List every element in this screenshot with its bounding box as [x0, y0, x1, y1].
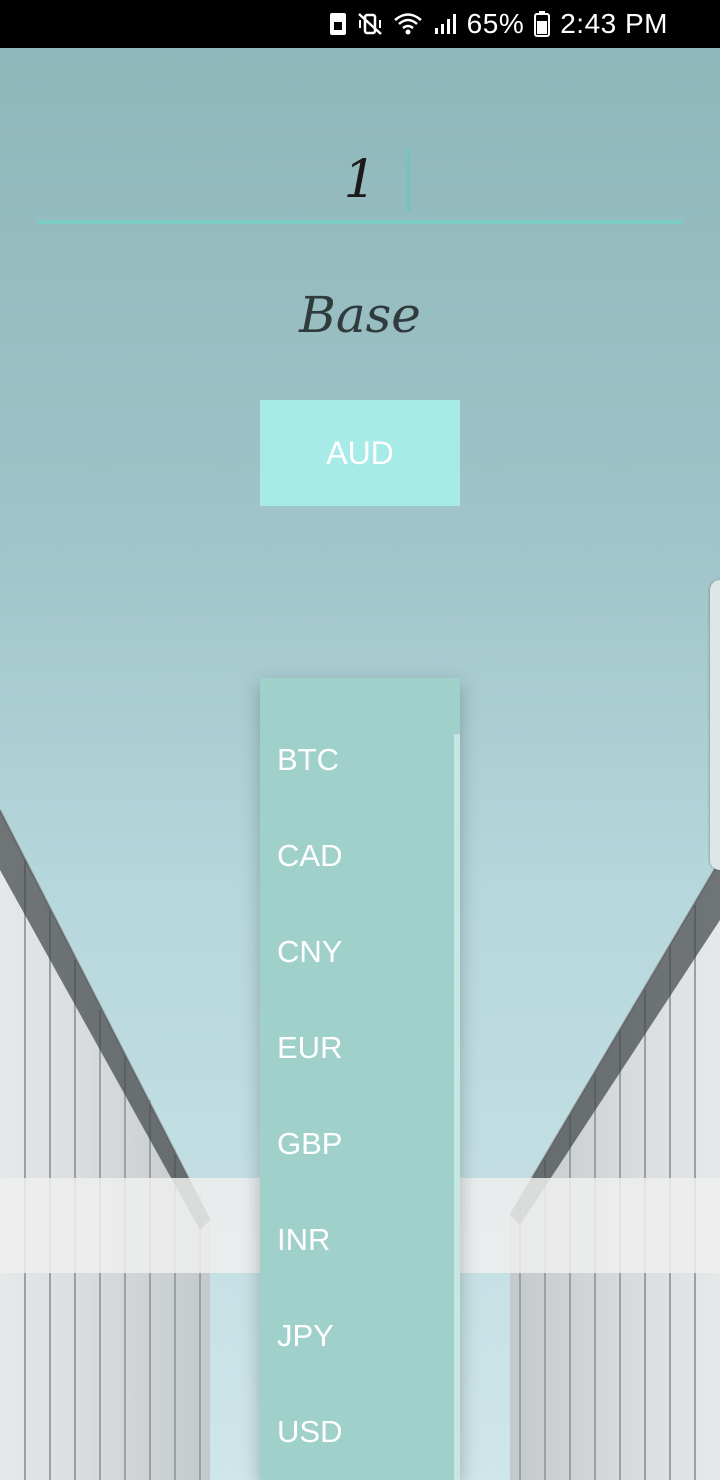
currency-option-cad[interactable]: CAD — [277, 838, 342, 874]
currency-dropdown[interactable]: BTC CAD CNY EUR GBP INR JPY USD — [260, 678, 460, 1480]
currency-option-gbp[interactable]: GBP — [277, 1126, 342, 1162]
currency-option-cny[interactable]: CNY — [277, 934, 342, 970]
base-currency-button[interactable]: AUD — [260, 400, 460, 506]
vibrate-mute-icon — [357, 12, 383, 36]
currency-option-eur[interactable]: EUR — [277, 1030, 342, 1066]
currency-option-usd[interactable]: USD — [277, 1414, 342, 1450]
clock: 2:43 PM — [560, 8, 668, 39]
currency-option-jpy[interactable]: JPY — [277, 1318, 334, 1354]
battery-percent: 65% — [466, 8, 525, 39]
edge-panel-handle[interactable] — [710, 580, 720, 870]
amount-value: 1 — [343, 150, 377, 210]
text-cursor — [407, 148, 410, 212]
status-bar: 65% 2:43 PM — [0, 0, 720, 48]
signal-icon — [433, 12, 457, 36]
amount-input[interactable]: 1 — [38, 140, 682, 224]
sim-icon — [329, 12, 347, 36]
base-label: Base — [299, 286, 421, 344]
currency-option-btc[interactable]: BTC — [277, 742, 339, 778]
currency-option-inr[interactable]: INR — [277, 1222, 330, 1258]
dropdown-scrollbar[interactable] — [454, 734, 460, 1480]
wifi-icon — [393, 12, 423, 36]
battery-icon — [534, 11, 551, 37]
